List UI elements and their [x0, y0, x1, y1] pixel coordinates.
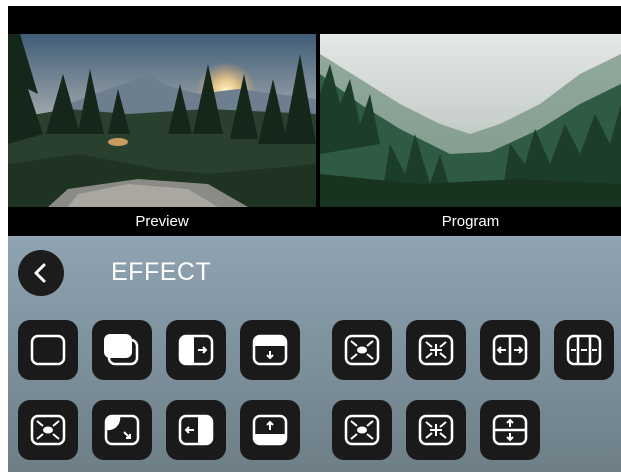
effect-button-1[interactable] — [18, 320, 78, 380]
panel-title: EFFECT — [111, 258, 212, 286]
wipe-right-icon — [178, 334, 214, 366]
wipe-left-icon — [178, 414, 214, 446]
effect-button-12[interactable] — [240, 400, 300, 460]
effect-button-11[interactable] — [166, 400, 226, 460]
zoom-out-center-alt-icon — [418, 414, 454, 446]
program-monitor — [320, 34, 621, 207]
effect-button-3[interactable] — [166, 320, 226, 380]
program-image — [320, 34, 621, 207]
effect-button-10[interactable] — [92, 400, 152, 460]
split-vertical-out-icon — [492, 414, 528, 446]
wipe-up-icon — [252, 414, 288, 446]
preview-label: Preview — [135, 213, 189, 230]
wipe-down-icon — [252, 334, 288, 366]
video-editor: Preview Program EFFECT — [8, 6, 621, 472]
effect-button-13[interactable] — [332, 400, 392, 460]
preview-monitor — [8, 34, 316, 207]
effect-button-5[interactable] — [332, 320, 392, 380]
back-button[interactable] — [18, 250, 64, 296]
effect-button-2[interactable] — [92, 320, 152, 380]
zoom-in-corners-icon — [30, 414, 66, 446]
split-vertical-triple-icon — [566, 334, 602, 366]
effect-button-8[interactable] — [554, 320, 614, 380]
rounded-square-icon — [30, 334, 66, 366]
chevron-left-icon — [34, 263, 46, 283]
zoom-out-center-icon — [418, 334, 454, 366]
effect-button-14[interactable] — [406, 400, 466, 460]
zoom-in-center-icon — [344, 334, 380, 366]
effect-button-9[interactable] — [18, 400, 78, 460]
zoom-in-center-alt-icon — [344, 414, 380, 446]
effect-button-4[interactable] — [240, 320, 300, 380]
effect-panel: EFFECT — [8, 236, 621, 472]
overlap-squares-icon — [104, 334, 139, 366]
effect-button-6[interactable] — [406, 320, 466, 380]
effect-button-15[interactable] — [480, 400, 540, 460]
program-label: Program — [441, 213, 500, 230]
effect-button-7[interactable] — [480, 320, 540, 380]
preview-image — [8, 34, 316, 207]
split-horizontal-out-icon — [492, 334, 528, 366]
corner-circle-wipe-icon — [104, 414, 140, 446]
